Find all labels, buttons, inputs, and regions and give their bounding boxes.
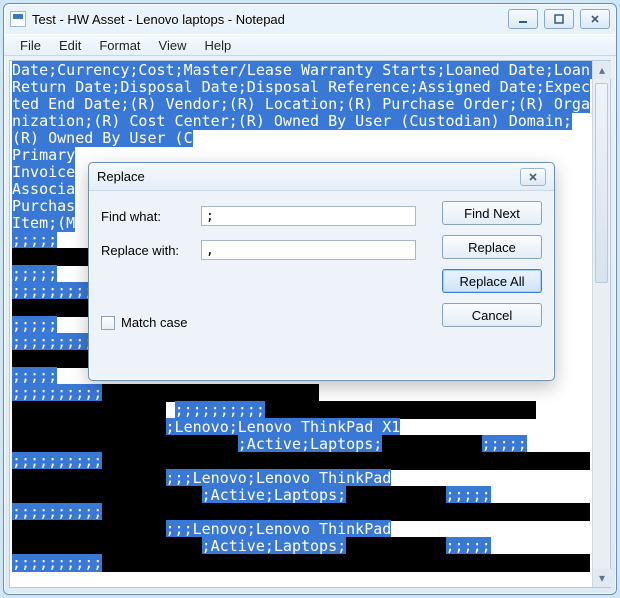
close-button[interactable] <box>580 9 610 29</box>
product: ;Active;Laptops; <box>202 486 347 504</box>
dialog-close-button[interactable] <box>520 168 546 186</box>
menu-format[interactable]: Format <box>91 36 148 55</box>
replace-input[interactable] <box>201 240 416 260</box>
window-buttons <box>508 9 610 29</box>
redacted: XXXXXXXXXXXXXXXXXXXXXXXXXXXXXXXXXXXXXXXX… <box>102 452 590 470</box>
tail: ;;;;; <box>446 486 491 504</box>
notepad-icon <box>10 11 26 27</box>
dialog-title: Replace <box>97 169 520 184</box>
redacted: XXXXXXXXXXXXXXXXX <box>12 401 166 419</box>
replace-dialog: Replace Find what: Replace with: Match c… <box>88 162 555 381</box>
scroll-up-icon[interactable]: ▴ <box>593 61 611 79</box>
frag: Associa <box>12 180 75 198</box>
menu-view[interactable]: View <box>151 36 195 55</box>
dialog-buttons: Find Next Replace Replace All Cancel <box>442 201 542 327</box>
menu-edit[interactable]: Edit <box>51 36 89 55</box>
redacted: XXXXXXXXXXXXXXXXXXXXXXXXX <box>12 435 238 453</box>
redacted: XXXXXXXXXXXXXXXXXXXXXXXX <box>102 384 319 402</box>
find-input[interactable] <box>201 206 416 226</box>
redacted: XXXXXXXXXXXXXXXXXXXXXXXXXXXXXXXXXXXXXXXX… <box>102 503 590 521</box>
vertical-scrollbar[interactable]: ▴ ▾ <box>592 61 610 587</box>
frag: Purchas <box>12 197 75 215</box>
cancel-button[interactable]: Cancel <box>442 303 542 327</box>
redacted: XXXXXXXXXXXXXXXXX <box>12 520 166 538</box>
menu-help[interactable]: Help <box>196 36 239 55</box>
match-case-checkbox[interactable] <box>101 316 115 330</box>
frag: Item;(M <box>12 214 75 232</box>
frag: Invoice <box>12 163 75 181</box>
dialog-titlebar[interactable]: Replace <box>89 163 554 191</box>
match-case-label: Match case <box>121 315 187 330</box>
tail: ;;;;; <box>12 265 57 283</box>
product: ;Active;Laptops; <box>202 537 347 555</box>
redacted: XXXXXXXXXXX <box>346 537 445 555</box>
redacted: XXXXXXXXXXX <box>382 435 481 453</box>
find-next-button[interactable]: Find Next <box>442 201 542 225</box>
replace-all-button[interactable]: Replace All <box>442 269 542 293</box>
selected-text: Date;Currency;Cost;Master/Lease Warranty… <box>12 61 592 147</box>
redacted: XXXXXXXXXXXXXXXXXXXXXXXXXXXXXX <box>265 401 536 419</box>
product: ;;;Lenovo;Lenovo ThinkPad <box>166 469 392 487</box>
tail: ;;;;; <box>12 367 57 385</box>
find-label: Find what: <box>101 209 201 224</box>
semicolons: ;;;;;;;;;; <box>175 401 265 419</box>
maximize-button[interactable] <box>544 9 574 29</box>
find-row: Find what: <box>101 205 416 227</box>
tail: ;;;;; <box>482 435 527 453</box>
semicolons: ;;;;;;;;;; <box>12 452 102 470</box>
redacted: XXXXXXXXXXXXXXXXX <box>12 469 166 487</box>
product: ;;;Lenovo;Lenovo ThinkPad <box>166 520 392 538</box>
semicolons: ;;;;;;;;;; <box>12 503 102 521</box>
minimize-button[interactable] <box>508 9 538 29</box>
close-icon <box>528 172 538 182</box>
menubar: File Edit Format View Help <box>4 34 616 56</box>
redacted: XXXXXXXXXXX <box>346 486 445 504</box>
titlebar[interactable]: Test - HW Asset - Lenovo laptops - Notep… <box>4 4 616 34</box>
dialog-body: Find what: Replace with: Match case Find… <box>89 191 554 380</box>
scroll-thumb[interactable] <box>595 83 608 283</box>
match-case-row: Match case <box>101 315 187 330</box>
redacted: XXXXXXXXXXXXXXXXXXXXX <box>12 486 202 504</box>
tail: ;;;;; <box>12 231 57 249</box>
replace-button[interactable]: Replace <box>442 235 542 259</box>
scroll-down-icon[interactable]: ▾ <box>593 569 611 587</box>
tail: ;;;;; <box>12 316 57 334</box>
window-title: Test - HW Asset - Lenovo laptops - Notep… <box>32 12 502 27</box>
semicolons: ;;;;;;;;;; <box>12 384 102 402</box>
redacted: XXXXXXXXXXXXXXXXX <box>12 418 166 436</box>
redacted: XXXXXXXXXXXXXXXXXXXXXXXXXXXXXXXXXXXXXXXX… <box>102 554 590 572</box>
frag: Primary <box>12 146 75 164</box>
product: ;Active;Laptops; <box>238 435 383 453</box>
menu-file[interactable]: File <box>12 36 49 55</box>
notepad-window: Test - HW Asset - Lenovo laptops - Notep… <box>3 3 617 595</box>
replace-label: Replace with: <box>101 243 201 258</box>
redacted: XXXXXXXXXXXXXXXXXXXXX <box>12 537 202 555</box>
semicolons: ;;;;;;;;;; <box>12 554 102 572</box>
replace-row: Replace with: <box>101 239 416 261</box>
tail: ;;;;; <box>446 537 491 555</box>
product: ;Lenovo;Lenovo ThinkPad X1 <box>166 418 401 436</box>
